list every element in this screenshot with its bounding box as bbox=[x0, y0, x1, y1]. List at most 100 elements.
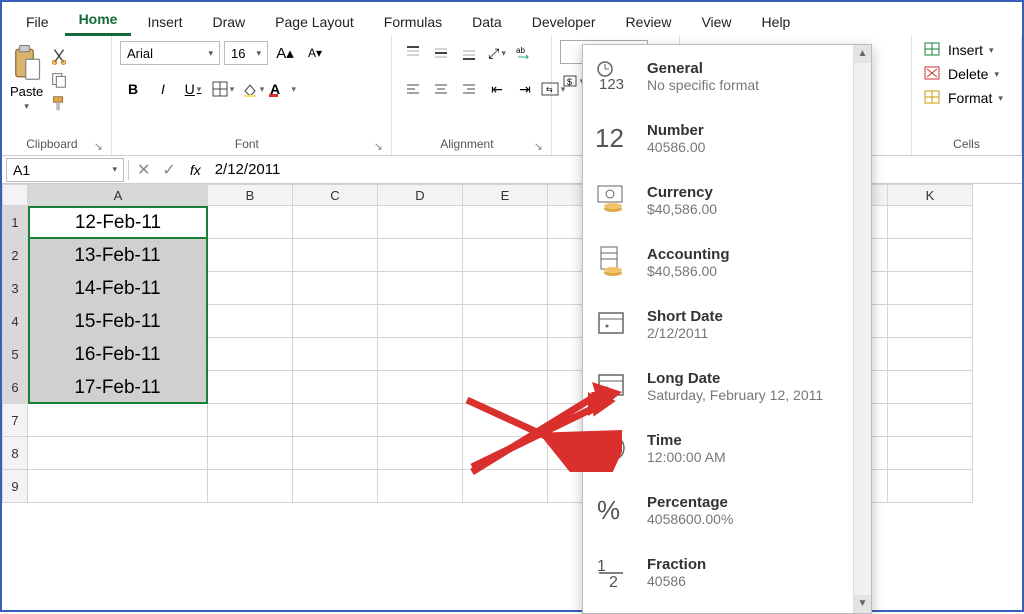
cell[interactable] bbox=[293, 338, 378, 371]
font-size-select[interactable]: 16▾ bbox=[224, 41, 268, 65]
cell[interactable] bbox=[888, 239, 973, 272]
fx-icon[interactable]: fx bbox=[190, 162, 201, 178]
font-name-select[interactable]: Arial▾ bbox=[120, 41, 220, 65]
row-header[interactable]: 3 bbox=[2, 272, 28, 305]
insert-cells-button[interactable]: Insert▾ bbox=[920, 40, 1007, 60]
cell[interactable] bbox=[463, 371, 548, 404]
cell[interactable] bbox=[463, 206, 548, 239]
format-option-currency[interactable]: Currency$40,586.00 bbox=[583, 169, 871, 231]
row-header[interactable]: 1 bbox=[2, 206, 28, 239]
cell[interactable] bbox=[293, 305, 378, 338]
cell[interactable] bbox=[463, 239, 548, 272]
cell[interactable] bbox=[293, 437, 378, 470]
orientation-button[interactable]: ⤢▾ bbox=[484, 40, 510, 66]
cell[interactable] bbox=[293, 404, 378, 437]
decrease-font-button[interactable]: A▾ bbox=[302, 40, 328, 66]
align-left-button[interactable] bbox=[400, 76, 426, 102]
align-bottom-button[interactable] bbox=[456, 40, 482, 66]
column-header-C[interactable]: C bbox=[293, 184, 378, 206]
cell[interactable]: 12-Feb-11 bbox=[28, 206, 208, 239]
tab-developer[interactable]: Developer bbox=[518, 8, 610, 36]
cell[interactable] bbox=[888, 272, 973, 305]
format-option-short-date[interactable]: Short Date2/12/2011 bbox=[583, 293, 871, 355]
cell[interactable] bbox=[293, 272, 378, 305]
row-header[interactable]: 4 bbox=[2, 305, 28, 338]
cell[interactable] bbox=[378, 404, 463, 437]
tab-insert[interactable]: Insert bbox=[133, 8, 196, 36]
format-option-percentage[interactable]: %Percentage4058600.00% bbox=[583, 479, 871, 541]
name-box[interactable]: A1▾ bbox=[6, 158, 124, 182]
row-header[interactable]: 8 bbox=[2, 437, 28, 470]
cell[interactable] bbox=[888, 371, 973, 404]
cell[interactable] bbox=[463, 338, 548, 371]
column-headers[interactable]: ABCDEJK bbox=[28, 184, 1022, 206]
format-option-long-date[interactable]: Long DateSaturday, February 12, 2011 bbox=[583, 355, 871, 417]
font-color-button[interactable]: A▾ bbox=[270, 76, 296, 102]
cell[interactable] bbox=[888, 338, 973, 371]
wrap-text-button[interactable]: ab bbox=[512, 40, 538, 66]
tab-draw[interactable]: Draw bbox=[198, 8, 259, 36]
column-header-K[interactable]: K bbox=[888, 184, 973, 206]
cell[interactable]: 14-Feb-11 bbox=[28, 272, 208, 305]
cell[interactable] bbox=[378, 470, 463, 503]
cell[interactable] bbox=[293, 470, 378, 503]
fill-color-button[interactable]: ▾ bbox=[240, 76, 266, 102]
cell[interactable] bbox=[208, 305, 293, 338]
scroll-up-button[interactable]: ▲ bbox=[854, 45, 871, 63]
cell[interactable] bbox=[208, 437, 293, 470]
cell[interactable] bbox=[378, 305, 463, 338]
row-header[interactable]: 9 bbox=[2, 470, 28, 503]
cell[interactable] bbox=[463, 305, 548, 338]
format-cells-button[interactable]: Format▾ bbox=[920, 88, 1007, 108]
italic-button[interactable]: I bbox=[150, 76, 176, 102]
font-launcher[interactable]: ↘ bbox=[374, 140, 383, 153]
cell[interactable] bbox=[463, 404, 548, 437]
tab-help[interactable]: Help bbox=[748, 8, 805, 36]
cancel-formula-button[interactable]: ✕ bbox=[137, 160, 150, 180]
select-all-triangle[interactable] bbox=[2, 184, 28, 206]
cell[interactable] bbox=[208, 206, 293, 239]
column-header-E[interactable]: E bbox=[463, 184, 548, 206]
alignment-launcher[interactable]: ↘ bbox=[534, 140, 543, 153]
cell[interactable]: 16-Feb-11 bbox=[28, 338, 208, 371]
format-option-accounting[interactable]: Accounting$40,586.00 bbox=[583, 231, 871, 293]
align-middle-button[interactable] bbox=[428, 40, 454, 66]
column-header-D[interactable]: D bbox=[378, 184, 463, 206]
cell[interactable] bbox=[293, 371, 378, 404]
paste-button[interactable]: Paste ▾ bbox=[10, 40, 43, 112]
cell[interactable] bbox=[293, 206, 378, 239]
tab-formulas[interactable]: Formulas bbox=[370, 8, 456, 36]
cell[interactable] bbox=[28, 437, 208, 470]
increase-font-button[interactable]: A▴ bbox=[272, 40, 298, 66]
cell[interactable] bbox=[378, 239, 463, 272]
cell[interactable] bbox=[208, 404, 293, 437]
confirm-formula-button[interactable]: ✓ bbox=[162, 160, 175, 180]
format-option-number[interactable]: 12Number40586.00 bbox=[583, 107, 871, 169]
row-header[interactable]: 6 bbox=[2, 371, 28, 404]
cell[interactable]: 15-Feb-11 bbox=[28, 305, 208, 338]
cut-button[interactable] bbox=[49, 46, 69, 66]
cell[interactable] bbox=[378, 272, 463, 305]
tab-data[interactable]: Data bbox=[458, 8, 516, 36]
format-painter-button[interactable] bbox=[49, 94, 69, 114]
cell[interactable] bbox=[293, 239, 378, 272]
decrease-indent-button[interactable]: ⇤ bbox=[484, 76, 510, 102]
borders-button[interactable]: ▾ bbox=[210, 76, 236, 102]
delete-cells-button[interactable]: Delete▾ bbox=[920, 64, 1007, 84]
bold-button[interactable]: B bbox=[120, 76, 146, 102]
cell[interactable] bbox=[888, 305, 973, 338]
tab-page-layout[interactable]: Page Layout bbox=[261, 8, 368, 36]
tab-review[interactable]: Review bbox=[612, 8, 686, 36]
cell[interactable] bbox=[888, 437, 973, 470]
cell[interactable] bbox=[888, 470, 973, 503]
clipboard-launcher[interactable]: ↘ bbox=[94, 140, 103, 153]
cell[interactable] bbox=[28, 404, 208, 437]
format-option-fraction[interactable]: 12Fraction40586 bbox=[583, 541, 871, 603]
row-header[interactable]: 2 bbox=[2, 239, 28, 272]
align-center-button[interactable] bbox=[428, 76, 454, 102]
cell[interactable] bbox=[208, 239, 293, 272]
cell[interactable] bbox=[463, 272, 548, 305]
column-header-A[interactable]: A bbox=[28, 184, 208, 206]
cell[interactable]: 17-Feb-11 bbox=[28, 371, 208, 404]
copy-button[interactable] bbox=[49, 70, 69, 90]
